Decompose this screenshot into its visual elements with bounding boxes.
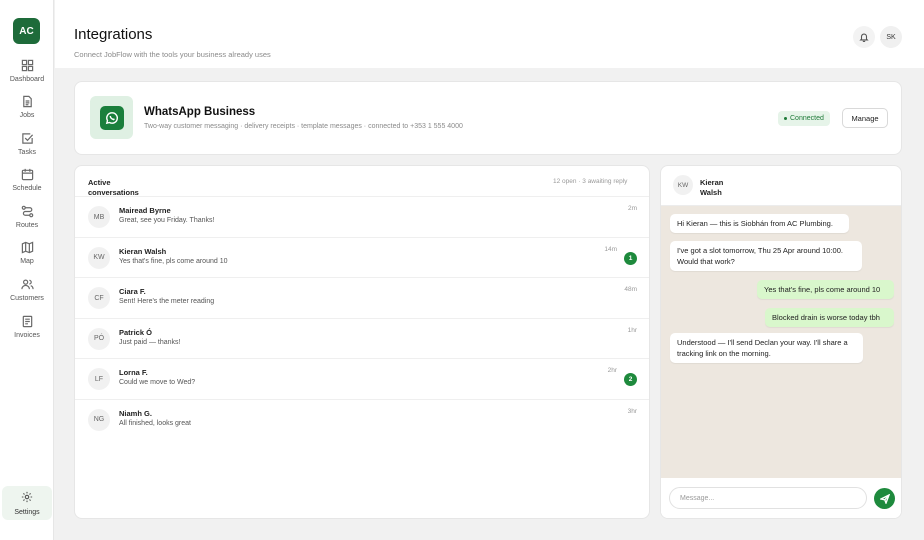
avatar: PÓ: [88, 327, 110, 350]
sidebar-item-label: Customers: [10, 295, 44, 302]
page-subtitle: Connect JobFlow with the tools your busi…: [74, 50, 271, 59]
message-time: 2hr: [607, 367, 617, 374]
sidebar-item-dashboard[interactable]: Dashboard: [0, 59, 54, 93]
sidebar-item-label: Settings: [14, 509, 40, 516]
contact-name: Niamh G.: [119, 408, 152, 418]
conversation-row[interactable]: CF Ciara F. Sent! Here's the meter readi…: [75, 277, 649, 318]
checkbox-icon: [21, 133, 33, 144]
conversation-row[interactable]: NG Niamh G. All finished, looks great 3h…: [75, 398, 649, 440]
sidebar-item-routes[interactable]: Routes: [0, 205, 54, 239]
gear-icon: [21, 491, 33, 503]
conversations-title: Active conversations: [88, 178, 139, 197]
avatar: LF: [88, 368, 110, 390]
sidebar-item-label: Map: [20, 258, 34, 265]
grid-icon: [21, 59, 33, 72]
sidebar-item-jobs[interactable]: Jobs: [0, 95, 54, 129]
message-thread: Hi Kieran — this is Siobhán from AC Plum…: [661, 206, 901, 478]
sidebar: AC Dashboard Jobs Tasks Schedule Routes …: [0, 0, 54, 540]
conversation-list: MB Mairead Byrne Great, see you Friday. …: [75, 196, 649, 440]
brand-logo[interactable]: AC: [13, 18, 40, 44]
avatar: MB: [88, 206, 110, 228]
conversation-row[interactable]: KW Kieran Walsh Yes that's fine, pls com…: [75, 236, 649, 278]
unread-count-badge: 2: [624, 373, 637, 386]
conversation-row[interactable]: PÓ Patrick Ó Just paid — thanks! 1hr: [75, 317, 649, 359]
conversation-row[interactable]: MB Mairead Byrne Great, see you Friday. …: [75, 196, 649, 237]
sidebar-item-customers[interactable]: Customers: [0, 278, 54, 312]
sidebar-item-tasks[interactable]: Tasks: [0, 132, 54, 166]
map-icon: [21, 241, 33, 254]
message-time: 1hr: [627, 326, 637, 334]
message-preview: Could we move to Wed?: [119, 379, 196, 386]
conversations-panel: Active conversations 12 open · 3 awaitin…: [74, 165, 650, 519]
page-title: Integrations: [74, 26, 153, 43]
conversations-summary: 12 open · 3 awaiting reply: [553, 178, 628, 185]
status-label: Connected: [790, 115, 824, 122]
send-icon: [879, 493, 890, 504]
integration-card: WhatsApp Business Two-way customer messa…: [74, 81, 902, 155]
integration-description: Two-way customer messaging · delivery re…: [144, 123, 463, 130]
incoming-message: Understood — I'll send Declan your way. …: [670, 333, 863, 363]
status-badge: Connected: [778, 111, 830, 126]
message-preview: Great, see you Friday. Thanks!: [119, 217, 215, 224]
message-time: 14m: [604, 245, 617, 253]
message-time: 2m: [627, 205, 637, 212]
sidebar-item-schedule[interactable]: Schedule: [0, 168, 54, 202]
message-time: 3hr: [627, 407, 637, 415]
page-header: Integrations Connect JobFlow with the to…: [55, 0, 924, 68]
message-input[interactable]: [669, 487, 867, 509]
chat-panel: KW Kieran Walsh Hi Kieran — this is Siob…: [660, 165, 902, 519]
contact-name: Mairead Byrne: [119, 206, 171, 215]
document-icon: [22, 95, 32, 108]
contact-name: Kieran Walsh: [119, 246, 167, 256]
message-preview: Just paid — thanks!: [119, 338, 181, 346]
invoice-icon: [22, 315, 32, 328]
integration-name: WhatsApp Business: [144, 106, 256, 118]
chat-header: KW Kieran Walsh: [661, 166, 901, 206]
users-icon: [20, 279, 34, 290]
manage-button[interactable]: Manage: [842, 108, 888, 128]
calendar-icon: [21, 168, 33, 181]
composer: [661, 478, 901, 518]
sidebar-item-invoices[interactable]: Invoices: [0, 315, 54, 349]
sidebar-item-label: Dashboard: [9, 76, 45, 83]
sidebar-item-settings[interactable]: Settings: [2, 486, 52, 520]
bell-icon: [859, 33, 869, 42]
conversation-row[interactable]: LF Lorna F. Could we move to Wed? 2hr 2: [75, 358, 649, 399]
contact-name: Patrick Ó: [119, 327, 152, 337]
incoming-message: I've got a slot tomorrow, Thu 25 Apr aro…: [670, 241, 862, 271]
sidebar-item-label: Tasks: [18, 149, 36, 156]
sidebar-item-label: Schedule: [12, 185, 42, 192]
contact-name: Ciara F.: [119, 287, 146, 296]
status-dot-icon: [784, 117, 787, 120]
whatsapp-icon: [105, 111, 118, 124]
avatar: CF: [88, 287, 110, 309]
message-preview: Yes that's fine, pls come around 10: [119, 257, 228, 265]
message-time: 48m: [624, 286, 637, 293]
avatar: NG: [88, 408, 110, 431]
message-preview: All finished, looks great: [119, 419, 191, 427]
message-preview: Sent! Here's the meter reading: [119, 298, 215, 305]
sidebar-item-label: Jobs: [19, 112, 35, 119]
chat-contact-name: Kieran Walsh: [700, 178, 724, 197]
outgoing-message: Blocked drain is worse today tbh: [765, 308, 894, 327]
user-avatar[interactable]: SK: [880, 26, 902, 48]
avatar: KW: [673, 175, 693, 195]
unread-count-badge: 1: [624, 251, 637, 265]
avatar: KW: [88, 246, 110, 269]
sidebar-item-label: Routes: [15, 222, 39, 229]
integration-logo: [90, 96, 133, 139]
contact-name: Lorna F.: [119, 368, 148, 377]
route-icon: [21, 205, 33, 218]
sidebar-item-map[interactable]: Map: [0, 241, 54, 275]
outgoing-message: Yes that's fine, pls come around 10: [757, 280, 894, 299]
send-button[interactable]: [874, 488, 895, 509]
incoming-message: Hi Kieran — this is Siobhán from AC Plum…: [670, 214, 849, 233]
sidebar-item-label: Invoices: [14, 332, 40, 339]
notifications-button[interactable]: [853, 26, 875, 48]
